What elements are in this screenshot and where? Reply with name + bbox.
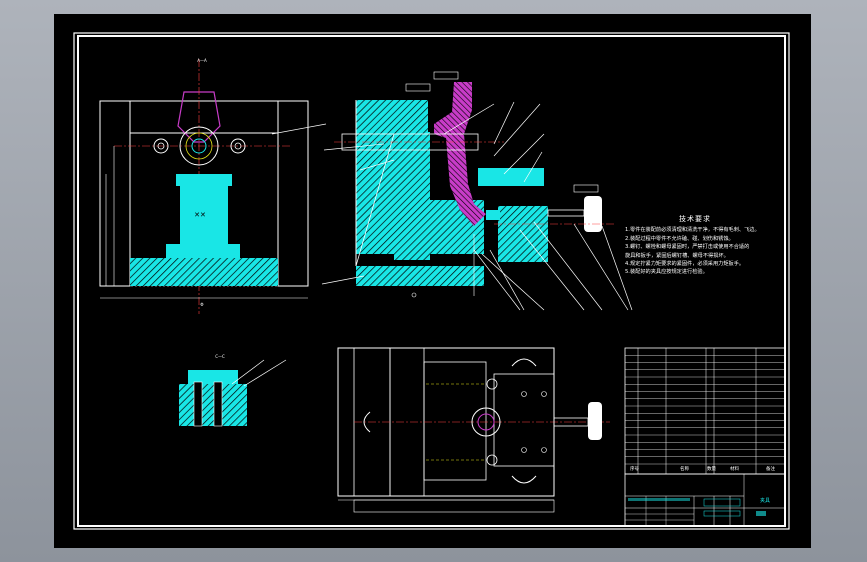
- bom-header-qty: 数量: [707, 465, 716, 472]
- section-view: [321, 71, 633, 311]
- note-line: 3.螺钉、螺栓和螺母紧固时，严禁打击或使用不合适的: [625, 244, 750, 251]
- datum-label-front: Φ: [200, 302, 203, 307]
- note-line: 2.装配过程中零件不允许磕、碰、划伤和锈蚀。: [625, 235, 734, 242]
- bom-table: 序号 名称 数量 材料 备注: [624, 347, 786, 475]
- top-view: [337, 347, 610, 513]
- note-line: 4.规定拧紧力矩要求的紧固件，必须采用力矩扳手。: [625, 261, 745, 268]
- section-label-detail: C—C: [215, 354, 225, 359]
- bom-header-material: 材料: [730, 465, 739, 472]
- title-block-name: 夹具: [760, 497, 770, 504]
- svg-text:✕✕: ✕✕: [194, 211, 206, 219]
- bom-header-no: 序号: [630, 465, 639, 472]
- note-line: 旋具和扳手，紧固后螺钉槽、螺母不得损坏。: [625, 252, 729, 259]
- detail-view: C—C: [179, 354, 287, 427]
- cad-viewport[interactable]: ✕✕ Φ A—A C—C 序号 名称 数量 材料 备注 夹具 技术要求 1.零件…: [54, 14, 811, 548]
- bom-header-remark: 备注: [766, 465, 775, 472]
- front-view: ✕✕ Φ A—A: [99, 58, 327, 314]
- notes-title: 技术要求: [679, 215, 711, 223]
- note-line: 1.零件在装配前必须清理和清洗干净，不得有毛刺、飞边。: [625, 227, 760, 234]
- note-line: 5.装配好的夹具应按规定进行检验。: [625, 269, 708, 276]
- section-label-front: A—A: [197, 58, 207, 63]
- title-block: 夹具: [624, 473, 786, 527]
- technical-notes: 技术要求 1.零件在装配前必须清理和清洗干净，不得有毛刺、飞边。 2.装配过程中…: [625, 215, 795, 277]
- bom-header-name: 名称: [680, 465, 689, 472]
